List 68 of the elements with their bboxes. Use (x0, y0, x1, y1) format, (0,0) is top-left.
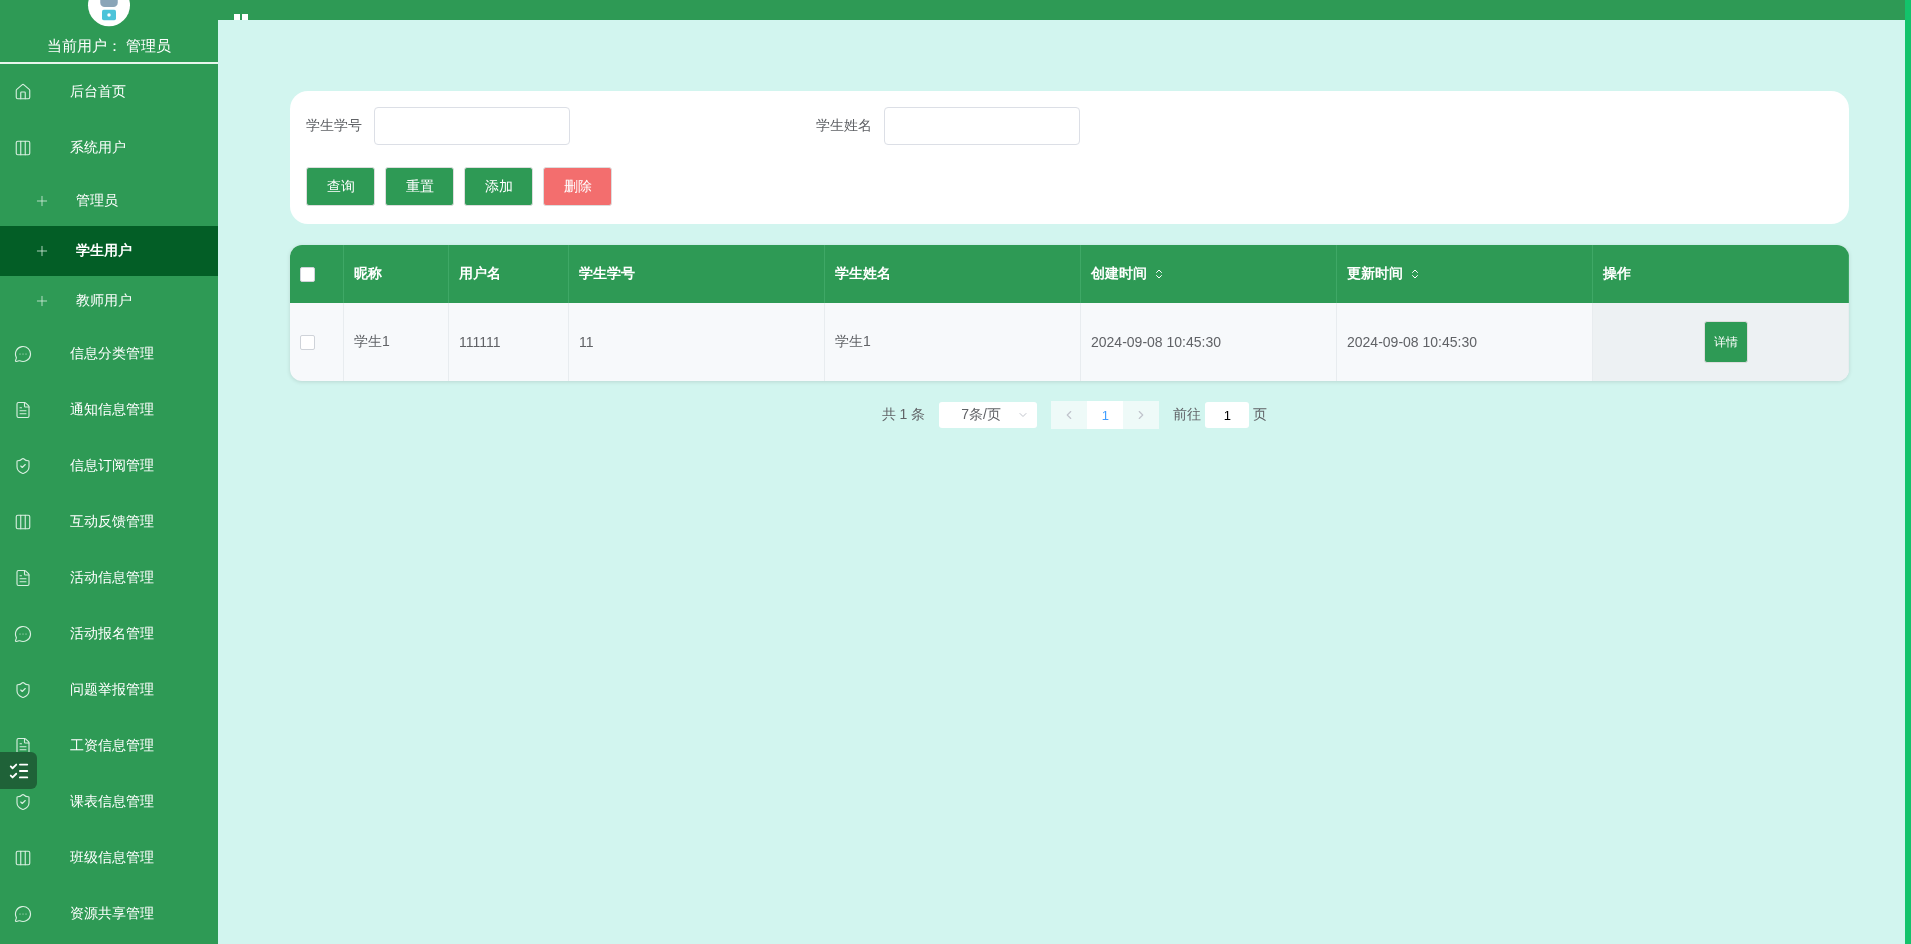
page-size-select[interactable]: 7条/页 (939, 402, 1038, 428)
column-title: 操作 (1603, 265, 1631, 283)
chat-bubble-icon (14, 345, 32, 363)
page-input[interactable]: 1 (1205, 402, 1250, 428)
sidebar-item[interactable]: 问题举报管理 (0, 662, 218, 718)
page-suffix: 页 (1253, 406, 1268, 424)
table-cell: 学生1 (344, 303, 449, 381)
sidebar-subitem[interactable]: 管理员 (0, 176, 218, 226)
input-field[interactable] (884, 107, 1080, 145)
table-cell: 2024-09-08 10:45:30 (1081, 303, 1337, 381)
document-icon (14, 737, 32, 755)
sidebar-subitem[interactable]: 教师用户 (0, 276, 218, 326)
chat-bubble-icon (14, 905, 32, 923)
column-header[interactable]: 创建时间 (1081, 245, 1337, 303)
sidebar-item[interactable]: 课表信息管理 (0, 774, 218, 830)
sidebar-item[interactable]: 后台首页 (0, 64, 218, 120)
goto-label: 前往 (1173, 406, 1202, 424)
home-icon (14, 83, 32, 101)
column-title: 创建时间 (1091, 265, 1147, 283)
document-icon (14, 569, 32, 587)
sidebar-item[interactable]: 活动信息管理 (0, 550, 218, 606)
delete-button[interactable]: 删除 (543, 167, 612, 206)
column-title: 学生姓名 (835, 265, 891, 283)
field-label: 学生姓名 (816, 117, 872, 135)
checkbox[interactable] (300, 266, 315, 282)
checkbox[interactable] (300, 334, 315, 350)
shield-icon (14, 457, 32, 475)
table-cell: 111111 (449, 303, 569, 381)
column-header[interactable]: 更新时间 (1337, 245, 1593, 303)
input-field[interactable] (374, 107, 570, 145)
columns-icon (14, 139, 32, 157)
shield-icon (14, 681, 32, 699)
document-icon (14, 401, 32, 419)
sidebar-item[interactable]: 系统用户 (0, 120, 218, 176)
sidebar-item[interactable]: 通知信息管理 (0, 382, 218, 438)
sidebar-item[interactable]: 活动报名管理 (0, 606, 218, 662)
sidebar-item[interactable]: 工资信息管理 (0, 718, 218, 774)
table-cell: 11 (569, 303, 825, 381)
action-button[interactable]: 查询 (306, 167, 375, 206)
column-title: 学生学号 (579, 265, 635, 283)
sidebar-item[interactable]: 信息分类管理 (0, 326, 218, 382)
previous-page-button[interactable] (1051, 401, 1088, 429)
sidebar-subitem[interactable]: 学生用户 (0, 226, 218, 276)
action-button[interactable]: 添加 (464, 167, 533, 206)
total-count: 共 1 条 (881, 406, 926, 424)
sidebar-item[interactable]: 班级信息管理 (0, 830, 218, 886)
sidebar-item[interactable]: 互动反馈管理 (0, 494, 218, 550)
plus-icon (34, 293, 50, 309)
shield-icon (14, 793, 32, 811)
column-title: 用户名 (459, 265, 501, 283)
table-cell: 学生1 (825, 303, 1081, 381)
menu-toggle-button[interactable] (0, 752, 37, 789)
page-number[interactable]: 1 (1087, 401, 1124, 429)
current-user: 当前用户： 管理员 (46, 37, 172, 56)
column-title: 昵称 (354, 265, 382, 283)
field-label: 学生学号 (306, 117, 362, 135)
columns-icon (14, 849, 32, 867)
plus-icon (34, 193, 50, 209)
column-title: 更新时间 (1347, 265, 1403, 283)
detail-button[interactable]: 详情 (1703, 321, 1748, 363)
plus-icon (34, 243, 50, 259)
grid-icon (234, 14, 248, 20)
action-button[interactable]: 重置 (385, 167, 454, 206)
chat-bubble-icon (14, 625, 32, 643)
sidebar-item[interactable]: 信息订阅管理 (0, 438, 218, 494)
columns-icon (14, 513, 32, 531)
sidebar-item[interactable]: 资源共享管理 (0, 886, 218, 942)
next-page-button[interactable] (1123, 401, 1160, 429)
